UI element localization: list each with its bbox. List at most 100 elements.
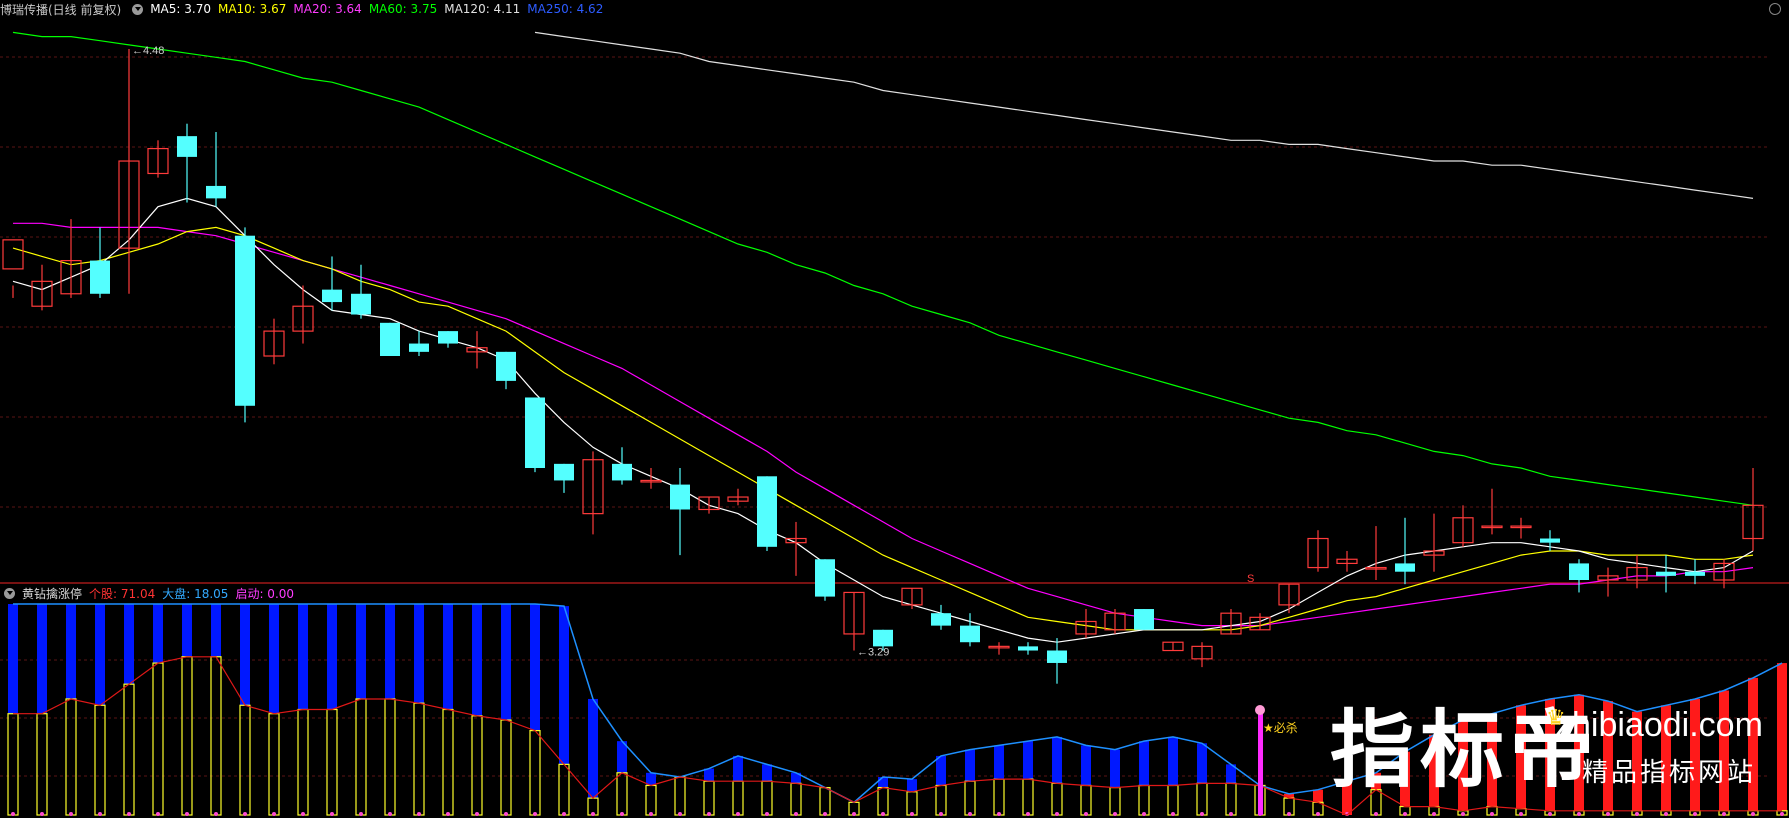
candle <box>1569 559 1589 593</box>
stock-bar <box>1081 745 1091 786</box>
ma10-line <box>12 226 1754 631</box>
candle <box>118 49 140 294</box>
indicator-title[interactable]: 黄钻擒涨停 <box>22 585 82 602</box>
baseline-dot <box>1084 812 1088 816</box>
candle <box>1336 550 1358 572</box>
baseline-dot <box>214 812 218 816</box>
stock-bar <box>762 764 772 782</box>
indicator-start-label: 启动: 0.00 <box>235 586 295 601</box>
stock-bar <box>878 777 888 788</box>
candle-body-down <box>438 331 458 344</box>
stock-bar <box>559 606 569 765</box>
candle <box>1452 505 1474 547</box>
baseline-dot <box>417 812 421 816</box>
baseline-dot <box>1664 812 1668 816</box>
market-bar <box>761 780 773 816</box>
baseline-dot <box>1519 812 1523 816</box>
baseline-dot <box>1635 812 1639 816</box>
candle-body-down <box>815 559 835 597</box>
stock-chart[interactable]: ←4.48 ←3.29 S ★必杀 <box>0 0 1789 818</box>
ma250-label: MA250: 4.62 <box>527 2 604 16</box>
baseline-dot <box>127 812 131 816</box>
market-bar <box>732 780 744 816</box>
stock-bar <box>8 604 18 714</box>
market-bar <box>7 713 19 816</box>
baseline-dot <box>446 812 450 816</box>
baseline-dot <box>69 812 73 816</box>
candle <box>1249 613 1271 631</box>
collapse-indicator-icon[interactable] <box>4 587 15 599</box>
candle <box>554 463 574 493</box>
stock-bar <box>95 604 105 706</box>
ma120-label: MA120: 4.11 <box>444 2 521 16</box>
baseline-dot <box>1490 812 1494 816</box>
ma60-label: MA60: 3.75 <box>368 2 438 16</box>
candle <box>263 318 285 365</box>
watermark-subtitle: 精品指标网站 <box>1582 758 1757 788</box>
candle <box>582 451 604 535</box>
market-bar <box>558 763 570 816</box>
candle <box>1191 642 1213 668</box>
collapse-main-icon[interactable] <box>132 3 144 15</box>
candle-body-down <box>90 260 110 294</box>
stock-title[interactable]: 博瑞传播(日线 前复权) <box>0 1 121 18</box>
candle <box>1656 555 1676 593</box>
baseline-dot <box>1461 812 1465 816</box>
baseline-dot <box>707 812 711 816</box>
market-bar <box>123 683 135 816</box>
market-bar <box>413 702 425 816</box>
baseline-dot <box>852 812 856 816</box>
baseline-dot <box>388 812 392 816</box>
candle <box>1047 638 1067 684</box>
baseline-dot <box>765 812 769 816</box>
candle <box>1075 609 1097 639</box>
candle-body-down <box>496 351 516 381</box>
candle-body-down <box>931 613 951 626</box>
candle-body-down <box>554 463 574 481</box>
stock-bar <box>269 604 279 714</box>
baseline-dot <box>301 812 305 816</box>
candle <box>960 613 980 647</box>
ma60-line <box>12 31 1754 506</box>
baseline-dot <box>40 812 44 816</box>
baseline-dot <box>649 812 653 816</box>
candle-body-down <box>1656 571 1676 576</box>
market-bar <box>616 772 628 816</box>
candle-body-down <box>873 629 893 647</box>
market-bar <box>471 715 483 816</box>
market-bar <box>239 704 251 816</box>
market-bar <box>384 698 396 816</box>
stock-bar <box>211 604 221 657</box>
candle <box>496 351 516 390</box>
candle <box>1307 530 1329 572</box>
market-bar <box>993 778 1005 816</box>
candle-body-down <box>1134 609 1154 630</box>
baseline-dot <box>1171 812 1175 816</box>
indicator-header: 黄钻擒涨停 个股: 71.04 大盘: 18.05 启动: 0.00 <box>0 584 301 602</box>
baseline-dot <box>968 812 972 816</box>
candle-body-down <box>1047 650 1067 663</box>
baseline-dot <box>939 812 943 816</box>
candle <box>843 591 865 651</box>
market-bar <box>1022 778 1034 816</box>
stock-bar <box>385 604 395 699</box>
market-bar <box>1196 782 1208 816</box>
candle <box>1395 517 1415 585</box>
baseline-dot <box>156 812 160 816</box>
stock-bar <box>1313 789 1323 803</box>
ma20-line <box>13 222 1754 627</box>
candle-body-down <box>409 343 429 352</box>
close-icon[interactable] <box>1769 3 1781 15</box>
baseline-dot <box>1142 812 1146 816</box>
baseline-dot <box>1200 812 1204 816</box>
candle-body-down <box>612 463 632 481</box>
candle <box>1365 526 1387 580</box>
candle <box>177 123 197 203</box>
market-bar <box>1225 782 1237 816</box>
market-bar <box>1051 782 1063 816</box>
candle <box>351 264 371 319</box>
stock-bar <box>240 604 250 706</box>
baseline-dot <box>1606 812 1610 816</box>
stock-bar <box>37 604 47 714</box>
low-price-label: ←3.29 <box>857 647 889 659</box>
